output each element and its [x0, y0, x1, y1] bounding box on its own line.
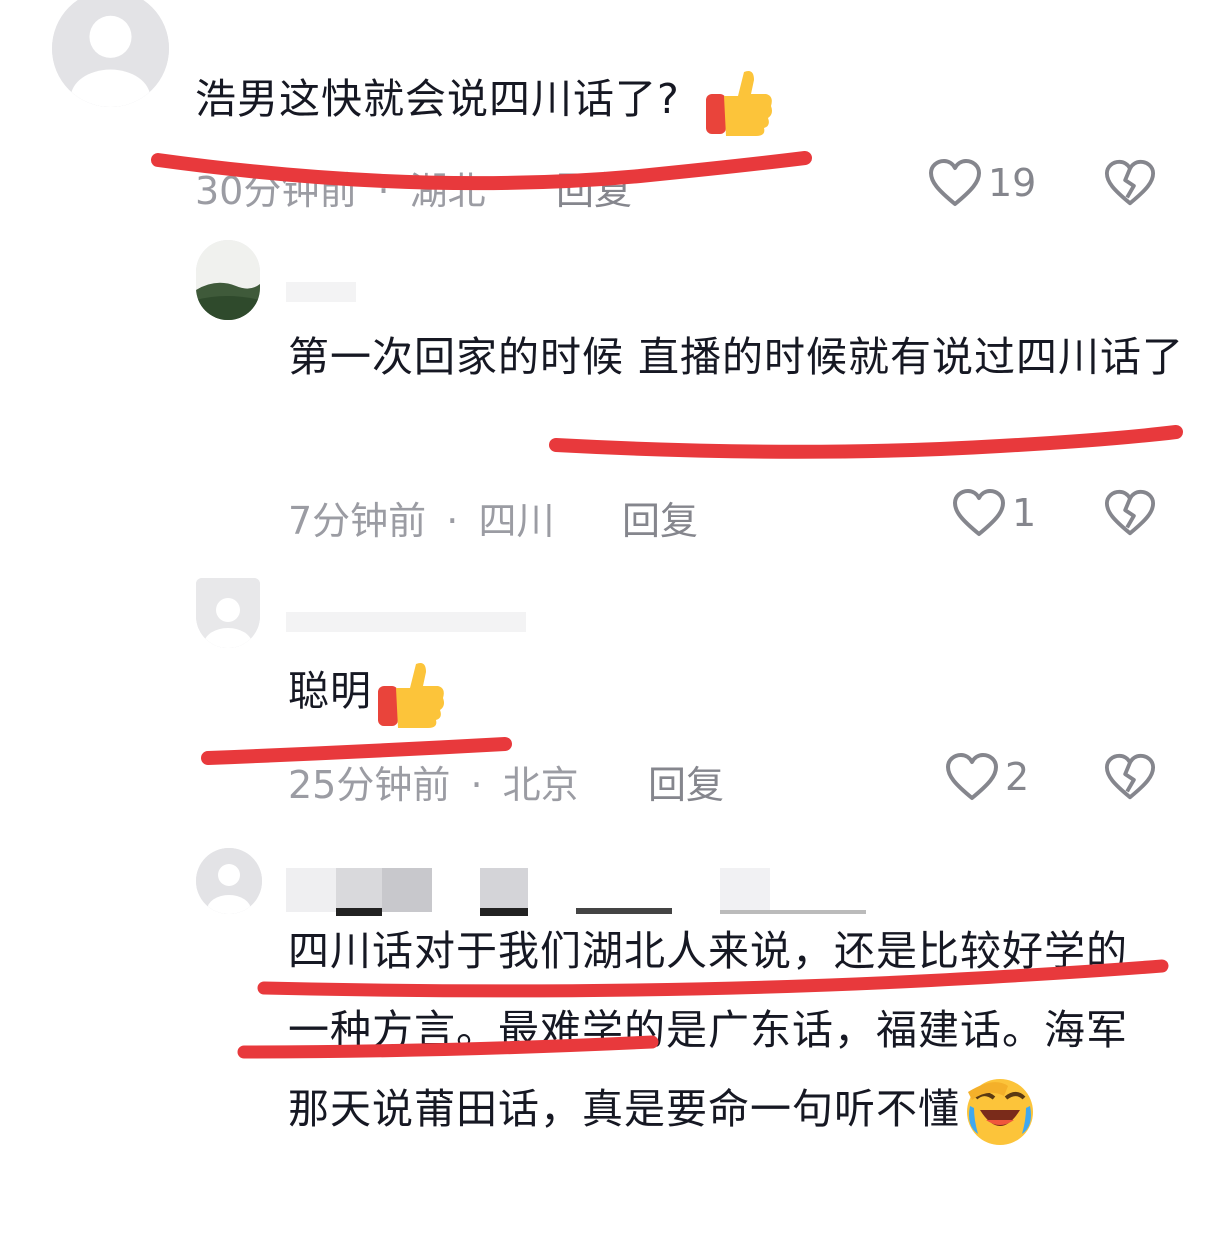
avatar[interactable] — [196, 848, 262, 914]
comment-text: 浩男这快就会说四川话了? — [195, 60, 774, 139]
comment-time: 30分钟前 — [195, 169, 358, 213]
annotation-line — [549, 425, 1183, 459]
like-count: 1 — [1012, 491, 1037, 535]
comment-body: 浩男这快就会说四川话了? — [195, 75, 680, 123]
username-redacted — [286, 858, 866, 916]
username-redacted — [286, 282, 356, 302]
thumbs-up-icon — [376, 658, 446, 730]
like-count: 2 — [1005, 755, 1030, 799]
avatar[interactable] — [196, 578, 260, 648]
comment-text: 聪明 — [288, 652, 446, 731]
like-button[interactable]: 19 — [928, 158, 1036, 208]
avatar[interactable] — [196, 240, 260, 320]
meta-separator: · — [446, 499, 459, 543]
comment-body: 第一次回家的时候 直播的时候就有说过四川话了 — [288, 333, 1185, 381]
heart-icon — [953, 489, 1005, 536]
comment-body: 聪明 — [288, 667, 372, 715]
laughing-crying-icon — [964, 1076, 1036, 1148]
comment-location: 四川 — [478, 499, 555, 543]
like-button[interactable]: 1 — [952, 488, 1036, 538]
comment-text: 四川话对于我们湖北人来说，还是比较好学的一种方言。最难学的是广东话，福建话。海军… — [288, 912, 1168, 1149]
avatar[interactable] — [52, 0, 169, 107]
broken-heart-icon — [1104, 753, 1156, 800]
thumbs-up-icon — [704, 66, 774, 138]
broken-heart-icon — [1104, 489, 1156, 536]
like-count: 19 — [988, 161, 1037, 205]
comment-meta: 25分钟前 · 北京 — [288, 754, 579, 809]
broken-heart-icon — [1104, 159, 1156, 206]
reply-button[interactable]: 回复 — [648, 754, 724, 809]
comment-location: 湖北 — [409, 169, 486, 213]
dislike-button[interactable] — [1104, 488, 1156, 538]
reply-button[interactable]: 回复 — [622, 490, 698, 545]
meta-separator: · — [470, 763, 483, 807]
like-button[interactable]: 2 — [945, 752, 1029, 802]
comment-location: 北京 — [502, 763, 579, 807]
comment-time: 7分钟前 — [288, 499, 427, 543]
comment-meta: 30分钟前 · 湖北 — [195, 160, 486, 215]
reply-button[interactable]: 回复 — [556, 160, 632, 215]
comment-text: 第一次回家的时候 直播的时候就有说过四川话了 — [288, 318, 1188, 397]
username-redacted — [286, 612, 526, 632]
meta-separator: · — [377, 169, 390, 213]
dislike-button[interactable] — [1104, 158, 1156, 208]
heart-icon — [946, 753, 998, 800]
comment-time: 25分钟前 — [288, 763, 451, 807]
heart-icon — [929, 159, 981, 206]
dislike-button[interactable] — [1104, 752, 1156, 802]
comment-meta: 7分钟前 · 四川 — [288, 490, 554, 545]
